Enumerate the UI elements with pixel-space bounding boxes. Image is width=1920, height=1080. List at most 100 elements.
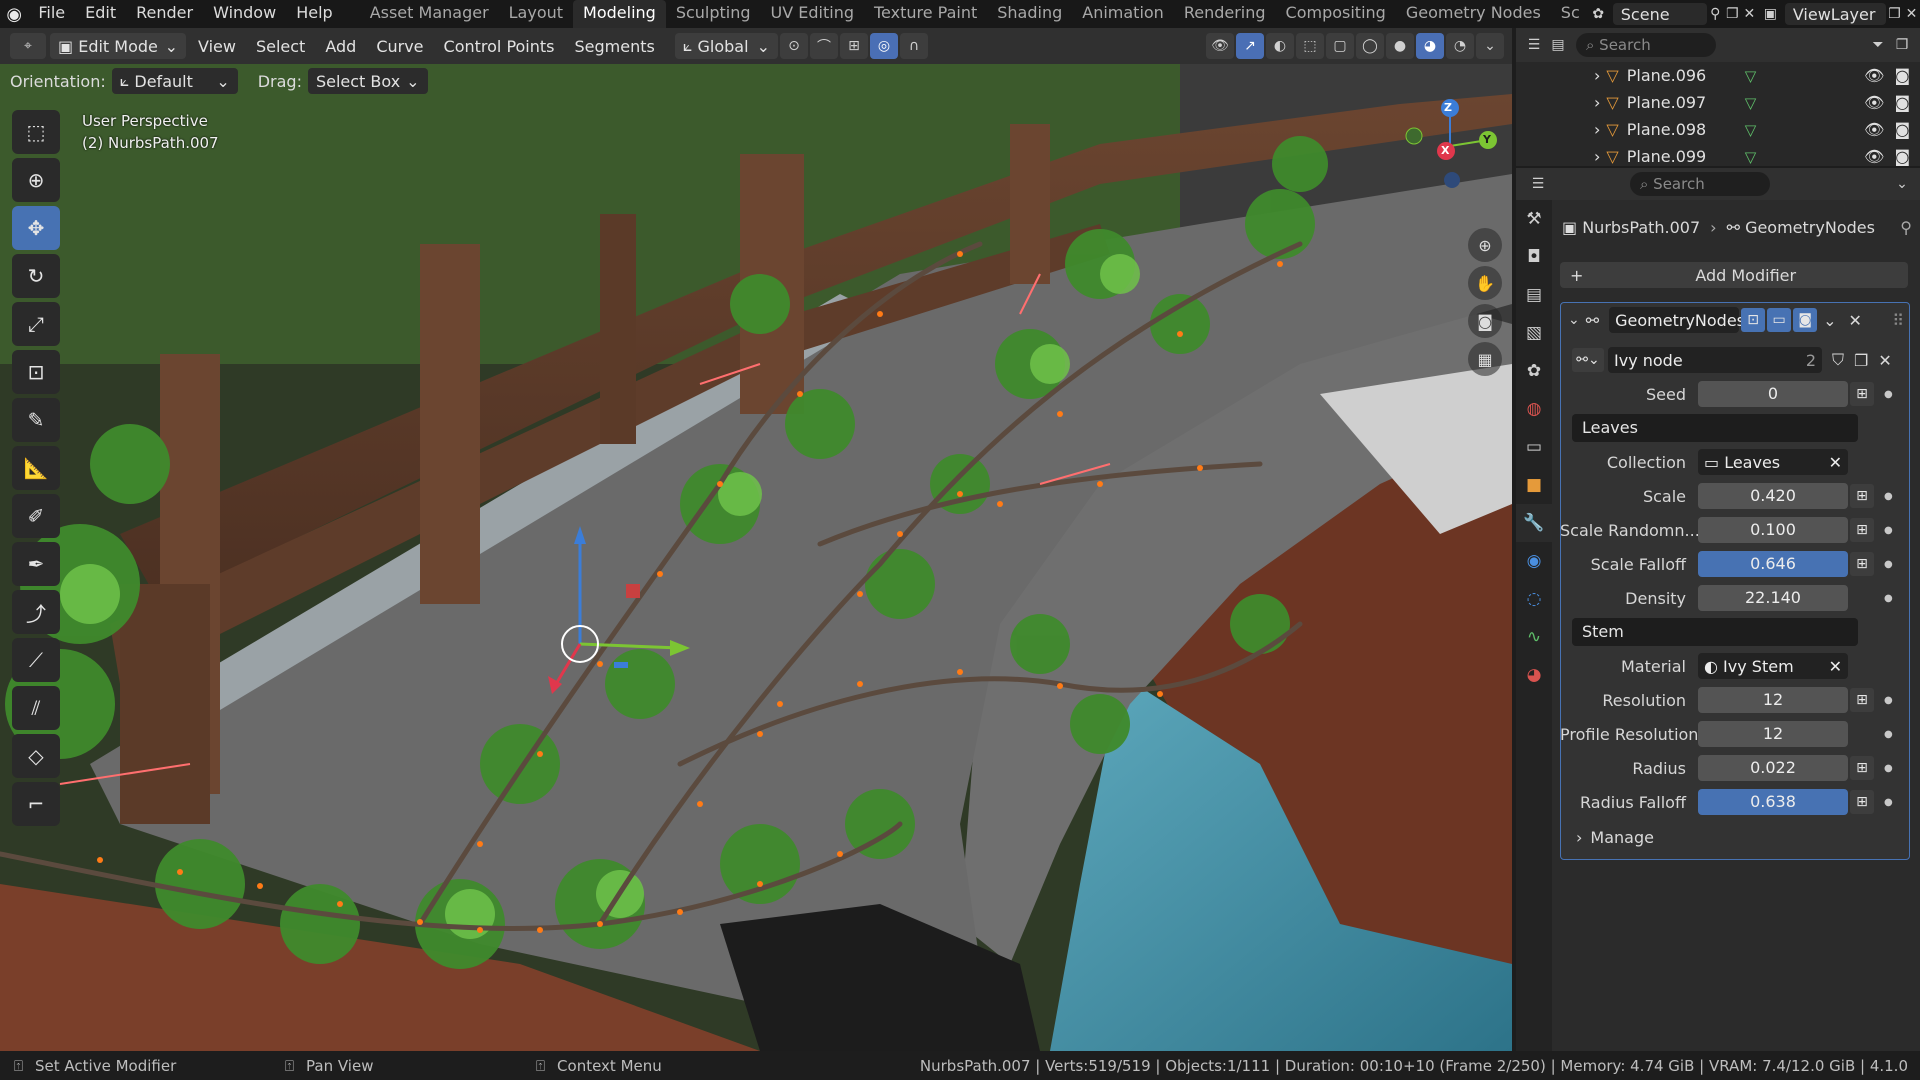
menu-control-points[interactable]: Control Points [436, 33, 563, 59]
randomize-tool-icon[interactable]: ◇ [12, 734, 60, 778]
tab-modeling[interactable]: Modeling [573, 0, 666, 28]
material-shading-icon[interactable]: ◕ [1416, 33, 1444, 59]
keyframe-dot-icon[interactable]: ● [1884, 389, 1893, 400]
transform-tool-icon[interactable]: ⊡ [12, 350, 60, 394]
keyframe-dot-icon[interactable]: ● [1884, 559, 1893, 570]
rendered-shading-icon[interactable]: ◔ [1446, 33, 1474, 59]
cursor-tool-icon[interactable]: ⊕ [12, 158, 60, 202]
scene-field[interactable]: Scene [1612, 3, 1707, 25]
density-field[interactable]: 22.140 [1698, 585, 1848, 611]
radius-falloff-slider[interactable]: 0.638 [1698, 789, 1848, 815]
tab-geometry-nodes[interactable]: Geometry Nodes [1396, 0, 1551, 28]
eye-icon[interactable]: 👁 [1864, 147, 1884, 166]
collapse-arrow-icon[interactable]: ⌄ [1568, 312, 1580, 328]
mode-dropdown[interactable]: ▣ Edit Mode ⌄ [50, 33, 186, 59]
wireframe-shading-icon[interactable]: ◯ [1356, 33, 1384, 59]
tab-scripting[interactable]: Sc [1551, 0, 1590, 28]
tab-uv-editing[interactable]: UV Editing [761, 0, 864, 28]
clear-icon[interactable]: ✕ [1829, 657, 1842, 676]
render-camera-icon[interactable]: ◙ [1894, 66, 1910, 85]
view-layer-tab-icon[interactable]: ▧ [1516, 314, 1552, 352]
properties-editor-type-icon[interactable]: ☰ [1526, 173, 1550, 195]
tab-compositing[interactable]: Compositing [1276, 0, 1396, 28]
clear-icon[interactable]: ✕ [1829, 453, 1842, 472]
menu-help[interactable]: Help [286, 0, 342, 28]
viewport-display-icon[interactable]: ▭ [1767, 308, 1792, 332]
eye-icon[interactable]: 👁 [1864, 66, 1884, 85]
render-camera-icon[interactable]: ◙ [1894, 93, 1910, 112]
attribute-toggle-icon[interactable]: ⊞ [1850, 552, 1874, 576]
collection-field[interactable]: ▭ Leaves ✕ [1698, 449, 1848, 475]
collection-tab-icon[interactable]: ▭ [1516, 428, 1552, 466]
curve-tool-icon[interactable]: ⌐ [12, 782, 60, 826]
add-modifier-button[interactable]: + Add Modifier [1560, 262, 1908, 288]
duplicate-icon[interactable]: ❐ [1854, 351, 1868, 370]
keyframe-dot-icon[interactable]: ● [1884, 763, 1893, 774]
eye-icon[interactable]: 👁 [1864, 120, 1884, 139]
keyframe-dot-icon[interactable]: ● [1884, 593, 1893, 604]
tab-asset-manager[interactable]: Asset Manager [360, 0, 499, 28]
radius-field[interactable]: 0.022 [1698, 755, 1848, 781]
list-item[interactable]: › ▽ Plane.099 ▽ 👁 ◙ [1516, 143, 1920, 170]
expand-arrow-icon[interactable]: › [1594, 66, 1600, 85]
snap-icon[interactable]: ⌒ [809, 33, 838, 59]
tab-animation[interactable]: Animation [1072, 0, 1174, 28]
navigation-gizmo[interactable]: Z Y X [1400, 96, 1500, 196]
modifier-tab-icon[interactable]: 🔧 [1516, 504, 1552, 542]
new-collection-icon[interactable]: ❐ [1890, 34, 1914, 56]
tool-tab-icon[interactable]: ⚒ [1516, 200, 1552, 238]
keyframe-dot-icon[interactable]: ● [1884, 525, 1893, 536]
gizmo-toggle-icon[interactable]: ↗ [1236, 33, 1264, 59]
keyframe-dot-icon[interactable]: ● [1884, 491, 1893, 502]
fake-user-shield-icon[interactable]: ⛉ [1832, 350, 1844, 370]
list-item[interactable]: › ▽ Plane.096 ▽ 👁 ◙ [1516, 62, 1920, 89]
transform-orientation-dropdown[interactable]: ⟀ Global ⌄ [674, 33, 778, 59]
stem-section[interactable]: Stem [1572, 618, 1858, 646]
pin-icon[interactable]: ⚲ [1707, 3, 1724, 25]
pivot-point-icon[interactable]: ⊙ [779, 33, 808, 59]
keyframe-dot-icon[interactable]: ● [1884, 729, 1893, 740]
camera-view-icon[interactable]: ◙ [1468, 304, 1502, 338]
properties-search-input[interactable]: ⌕ Search [1630, 172, 1770, 196]
close-icon[interactable]: ✕ [1741, 3, 1758, 25]
scene-selector-icon[interactable]: ✿ [1590, 3, 1607, 25]
proportional-editing-icon[interactable]: ◎ [869, 33, 898, 59]
list-item[interactable]: › ▽ Plane.098 ▽ 👁 ◙ [1516, 116, 1920, 143]
render-camera-icon[interactable]: ◙ [1894, 147, 1910, 166]
list-item[interactable]: › ▽ Plane.097 ▽ 👁 ◙ [1516, 89, 1920, 116]
remove-view-layer-icon[interactable]: ✕ [1903, 3, 1920, 25]
outliner-editor-type-icon[interactable]: ☰ [1522, 34, 1546, 56]
extrude-tool-icon[interactable]: ⤴ [12, 590, 60, 634]
scale-field[interactable]: 0.420 [1698, 483, 1848, 509]
menu-view[interactable]: View [190, 33, 244, 59]
render-display-icon[interactable]: ◙ [1793, 308, 1818, 332]
physics-tab-icon[interactable]: ◌ [1516, 580, 1552, 618]
object-tab-icon[interactable]: ■ [1516, 466, 1552, 504]
tab-rendering[interactable]: Rendering [1174, 0, 1276, 28]
perspective-toggle-icon[interactable]: ▦ [1468, 342, 1502, 376]
outliner-search-input[interactable]: ⌕ Search [1576, 33, 1716, 57]
view-layer-icon[interactable]: ▣ [1762, 3, 1779, 25]
profile-resolution-field[interactable]: 12 [1698, 721, 1848, 747]
modifier-name-field[interactable]: GeometryNodes [1609, 307, 1745, 333]
resolution-field[interactable]: 12 [1698, 687, 1848, 713]
mesh-overlay-icon[interactable]: ⬚ [1296, 33, 1324, 59]
snap-target-icon[interactable]: ⊞ [839, 33, 868, 59]
tab-shading[interactable]: Shading [987, 0, 1072, 28]
xray-icon[interactable]: ▢ [1326, 33, 1354, 59]
output-tab-icon[interactable]: ▤ [1516, 276, 1552, 314]
scale-falloff-slider[interactable]: 0.646 [1698, 551, 1848, 577]
filter-icon[interactable]: ⏷ [1866, 34, 1890, 56]
material-tab-icon[interactable]: ◕ [1516, 656, 1552, 694]
measure-tool-icon[interactable]: 📐 [12, 446, 60, 490]
tab-layout[interactable]: Layout [499, 0, 573, 28]
new-scene-icon[interactable]: ❐ [1724, 3, 1741, 25]
chevron-down-icon[interactable]: ⌄ [1823, 311, 1836, 330]
keyframe-dot-icon[interactable]: ● [1884, 695, 1893, 706]
menu-render[interactable]: Render [126, 0, 203, 28]
menu-window[interactable]: Window [203, 0, 286, 28]
menu-segments[interactable]: Segments [567, 33, 663, 59]
annotate-tool-icon[interactable]: ✎ [12, 398, 60, 442]
render-camera-icon[interactable]: ◙ [1894, 120, 1910, 139]
expand-arrow-icon[interactable]: › [1594, 120, 1600, 139]
